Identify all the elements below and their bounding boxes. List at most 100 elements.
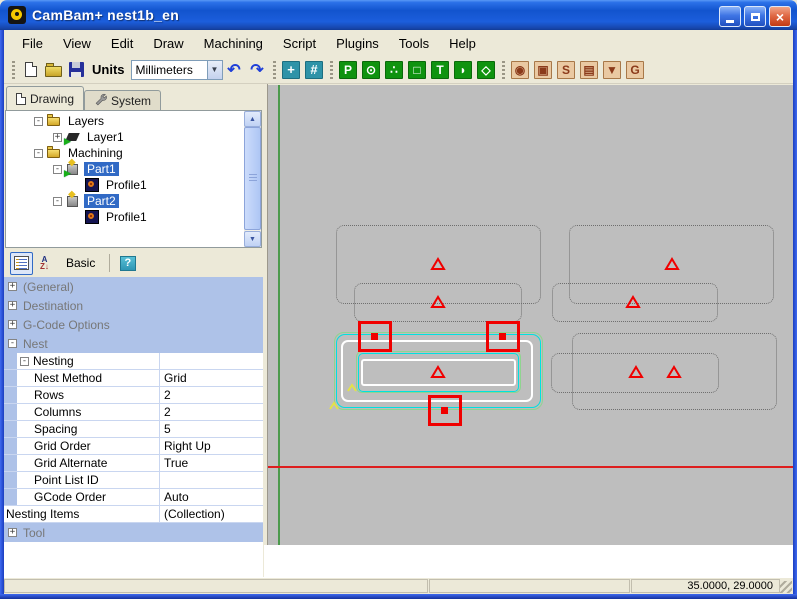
maximize-button[interactable] — [744, 6, 766, 27]
point-square-marker[interactable] — [428, 395, 462, 426]
redo-button[interactable]: ↷ — [246, 58, 269, 81]
scroll-up-button[interactable]: ▲ — [244, 111, 261, 127]
category-expander[interactable]: + — [8, 528, 17, 537]
point-triangle-marker[interactable] — [625, 295, 641, 314]
category-destination[interactable]: +Destination — [4, 296, 263, 315]
category-tool[interactable]: +Tool — [4, 523, 263, 542]
point-square-marker[interactable] — [358, 321, 392, 352]
menu-script[interactable]: Script — [273, 33, 326, 54]
row-gutter — [4, 455, 17, 471]
tree-item-layers[interactable]: -Layers — [6, 113, 261, 129]
toolbar-grip[interactable] — [273, 61, 276, 79]
property-value[interactable] — [160, 353, 263, 369]
category-expander[interactable]: + — [8, 282, 17, 291]
machine-pocket-button[interactable]: ▣ — [532, 58, 555, 81]
category-expander[interactable]: + — [8, 320, 17, 329]
tree-expander[interactable]: - — [34, 149, 43, 158]
draw-arc-button[interactable]: ◗ — [452, 58, 475, 81]
grid-toggle-button[interactable]: # — [303, 58, 326, 81]
point-triangle-marker[interactable] — [430, 257, 446, 276]
save-icon — [69, 62, 84, 77]
categorized-view-button[interactable] — [10, 252, 33, 275]
tree-expander[interactable]: + — [53, 133, 62, 142]
scrollbar-thumb[interactable] — [244, 127, 261, 230]
point-triangle-marker[interactable] — [666, 365, 682, 384]
category-gcodeoptions[interactable]: +G-Code Options — [4, 315, 263, 334]
property-value[interactable]: 2 — [160, 404, 263, 420]
property-value[interactable]: 2 — [160, 387, 263, 403]
tree-expander[interactable]: - — [53, 197, 62, 206]
point-triangle-marker[interactable] — [430, 365, 446, 384]
tree-item-profile1[interactable]: Profile1 — [6, 209, 261, 225]
m-profile-icon: ▼ — [603, 61, 621, 79]
close-button[interactable]: × — [769, 6, 791, 27]
menu-draw[interactable]: Draw — [143, 33, 193, 54]
machine-lathe-button[interactable]: ▤ — [578, 58, 601, 81]
drawing-canvas[interactable] — [268, 85, 793, 545]
machine-engrave-button[interactable]: S — [555, 58, 578, 81]
machine-profile-button[interactable]: ▼ — [601, 58, 624, 81]
help-button[interactable]: ? — [116, 252, 139, 275]
draw-text-button[interactable]: T — [429, 58, 452, 81]
menu-tools[interactable]: Tools — [389, 33, 439, 54]
tree-label: Profile1 — [103, 210, 150, 224]
title-bar[interactable]: CamBam+ nest1b_en × — [0, 0, 797, 30]
point-triangle-marker[interactable] — [664, 257, 680, 276]
view-mode-label: Basic — [66, 256, 95, 270]
property-value[interactable]: 5 — [160, 421, 263, 437]
property-value[interactable]: Grid — [160, 370, 263, 386]
property-value[interactable]: True — [160, 455, 263, 471]
category-expander[interactable]: - — [8, 339, 17, 348]
open-file-button[interactable] — [42, 58, 65, 81]
property-value[interactable] — [160, 472, 263, 488]
save-button[interactable] — [65, 58, 88, 81]
minimize-button[interactable] — [719, 6, 741, 27]
category-general[interactable]: +(General) — [4, 277, 263, 296]
point-triangle-marker[interactable] — [430, 295, 446, 314]
tree-item-part1[interactable]: -◆▶Part1 — [6, 161, 261, 177]
toolbar-grip[interactable] — [502, 61, 505, 79]
tab-drawing[interactable]: Drawing — [6, 86, 84, 110]
tree-item-layer1[interactable]: +▶Layer1 — [6, 129, 261, 145]
menu-machining[interactable]: Machining — [194, 33, 273, 54]
undo-button[interactable]: ↶ — [223, 58, 246, 81]
snap-points-button[interactable]: + — [280, 58, 303, 81]
alphabetical-sort-button[interactable]: AZ↓ — [33, 252, 56, 275]
category-nest[interactable]: -Nest — [4, 334, 263, 353]
draw-rectangle-button[interactable]: □ — [406, 58, 429, 81]
category-expander[interactable]: + — [8, 301, 17, 310]
menu-edit[interactable]: Edit — [101, 33, 143, 54]
tree-expander[interactable]: - — [53, 165, 62, 174]
tree-expander[interactable]: - — [34, 117, 43, 126]
draw-points-button[interactable]: ∴ — [383, 58, 406, 81]
property-value[interactable]: Auto — [160, 489, 263, 505]
property-value[interactable]: Right Up — [160, 438, 263, 454]
resize-grip[interactable] — [780, 581, 792, 593]
tree-item-profile1[interactable]: Profile1 — [6, 177, 261, 193]
tree-item-part2[interactable]: -◆Part2 — [6, 193, 261, 209]
draw-surface-button[interactable]: ◇ — [475, 58, 498, 81]
tree-items: -Layers+▶Layer1-Machining-◆▶Part1Profile… — [6, 111, 261, 225]
draw-circle-button[interactable]: ⊙ — [360, 58, 383, 81]
toolbar-grip[interactable] — [330, 61, 333, 79]
menu-help[interactable]: Help — [439, 33, 486, 54]
tree-item-machining[interactable]: -Machining — [6, 145, 261, 161]
toolbar-grip[interactable] — [12, 61, 15, 79]
draw-polyline-button[interactable]: P — [337, 58, 360, 81]
group-expander[interactable]: - — [20, 357, 29, 366]
property-value[interactable]: (Collection) — [160, 506, 263, 522]
tree-scrollbar[interactable]: ▲ ▼ — [244, 111, 261, 247]
machine-drill-button[interactable]: ◉ — [509, 58, 532, 81]
property-row-nesting: -Nesting — [4, 353, 263, 370]
tab-system[interactable]: System — [84, 90, 161, 110]
point-square-marker[interactable] — [486, 321, 520, 352]
scroll-down-button[interactable]: ▼ — [244, 231, 261, 247]
point-triangle-marker[interactable] — [628, 365, 644, 384]
dropdown-arrow-icon[interactable]: ▼ — [207, 61, 222, 79]
menu-file[interactable]: File — [12, 33, 53, 54]
menu-plugins[interactable]: Plugins — [326, 33, 389, 54]
menu-view[interactable]: View — [53, 33, 101, 54]
units-combo[interactable]: Millimeters▼ — [131, 60, 223, 80]
generate-gcode-button[interactable]: G — [624, 58, 647, 81]
new-file-button[interactable] — [19, 58, 42, 81]
